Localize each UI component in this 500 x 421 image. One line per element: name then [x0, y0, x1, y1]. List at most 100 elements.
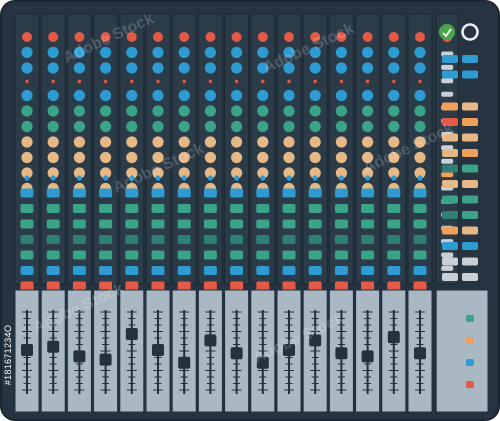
- green-knob[interactable]: [178, 105, 190, 117]
- green-button[interactable]: [308, 204, 322, 213]
- green-knob[interactable]: [152, 105, 164, 117]
- green-button[interactable]: [46, 219, 60, 229]
- green-button[interactable]: [387, 219, 401, 229]
- green-knob[interactable]: [178, 120, 190, 133]
- blue-knob[interactable]: [47, 62, 59, 74]
- master-button-right[interactable]: [462, 273, 478, 281]
- blue-button[interactable]: [361, 266, 375, 275]
- blue-knob[interactable]: [414, 89, 426, 102]
- master-button-right[interactable]: [462, 211, 478, 219]
- blue-knob[interactable]: [47, 89, 59, 102]
- blue-button[interactable]: [46, 266, 60, 275]
- blue-button[interactable]: [413, 188, 427, 198]
- tan-knob[interactable]: [414, 151, 426, 164]
- green-button[interactable]: [125, 250, 139, 260]
- green-button[interactable]: [361, 250, 375, 260]
- master-button-right[interactable]: [462, 242, 478, 250]
- green-knob[interactable]: [73, 105, 85, 117]
- red-knob[interactable]: [257, 32, 268, 42]
- tan-knob[interactable]: [47, 151, 59, 164]
- master-button-left[interactable]: [442, 211, 458, 219]
- tan-knob[interactable]: [47, 136, 59, 148]
- blue-knob[interactable]: [152, 62, 164, 74]
- channel-strip-14[interactable]: [355, 13, 381, 291]
- blue-knob[interactable]: [21, 62, 33, 74]
- master-button-left[interactable]: [442, 273, 458, 281]
- blue-knob[interactable]: [309, 46, 321, 59]
- blue-knob[interactable]: [73, 46, 85, 59]
- green-button[interactable]: [413, 219, 427, 229]
- tan-knob[interactable]: [152, 136, 164, 148]
- green-button[interactable]: [308, 219, 322, 229]
- tan-knob[interactable]: [204, 136, 216, 148]
- blue-button[interactable]: [151, 188, 165, 198]
- green-knob[interactable]: [283, 120, 295, 133]
- green-button[interactable]: [99, 219, 113, 229]
- green-button[interactable]: [413, 250, 427, 260]
- tan-knob[interactable]: [283, 151, 295, 164]
- blue-knob[interactable]: [414, 62, 426, 74]
- blue-button[interactable]: [203, 188, 217, 198]
- fader-knob[interactable]: [387, 331, 400, 344]
- green-knob[interactable]: [231, 105, 243, 117]
- blue-knob[interactable]: [283, 62, 295, 74]
- blue-knob[interactable]: [283, 89, 295, 102]
- green-button[interactable]: [334, 250, 348, 260]
- channel-strip-7[interactable]: [171, 13, 197, 291]
- green-button[interactable]: [151, 250, 165, 260]
- channel-strip-11[interactable]: [276, 13, 302, 291]
- tan-knob[interactable]: [100, 136, 112, 148]
- green-button[interactable]: [72, 219, 86, 229]
- tan-knob[interactable]: [204, 151, 216, 164]
- red-knob[interactable]: [153, 32, 163, 42]
- blue-knob[interactable]: [126, 62, 138, 74]
- green-button[interactable]: [361, 219, 375, 229]
- tan-knob[interactable]: [231, 151, 243, 164]
- green-button[interactable]: [230, 250, 244, 260]
- tan-knob[interactable]: [283, 136, 295, 148]
- tan-knob[interactable]: [388, 136, 400, 148]
- fader-knob[interactable]: [414, 347, 426, 360]
- teal-button[interactable]: [46, 235, 60, 244]
- fader-knob[interactable]: [204, 334, 217, 347]
- teal-button[interactable]: [361, 235, 375, 244]
- fader-knob[interactable]: [21, 344, 33, 356]
- blue-button[interactable]: [282, 188, 296, 198]
- master-button-right[interactable]: [462, 102, 478, 111]
- blue-button[interactable]: [46, 188, 60, 198]
- red-knob[interactable]: [126, 32, 137, 42]
- green-button[interactable]: [151, 204, 165, 213]
- fader-knob[interactable]: [99, 353, 112, 366]
- teal-button[interactable]: [413, 235, 427, 244]
- master-button-left[interactable]: [442, 102, 458, 111]
- teal-button[interactable]: [203, 235, 217, 244]
- blue-button[interactable]: [125, 266, 139, 275]
- channel-strip-5[interactable]: [119, 13, 145, 291]
- blue-knob[interactable]: [100, 46, 112, 59]
- green-knob[interactable]: [388, 105, 400, 117]
- blue-button[interactable]: [361, 188, 375, 198]
- teal-button[interactable]: [230, 235, 244, 244]
- green-button[interactable]: [334, 204, 348, 213]
- master-button-right[interactable]: [462, 55, 478, 63]
- master-button-left[interactable]: [442, 118, 458, 126]
- blue-button[interactable]: [413, 266, 427, 275]
- fader-knob[interactable]: [283, 344, 295, 356]
- power-button-icon[interactable]: [439, 24, 455, 40]
- blue-button[interactable]: [334, 188, 348, 198]
- blue-button[interactable]: [387, 266, 401, 275]
- blue-knob[interactable]: [100, 62, 112, 74]
- master-button-right[interactable]: [462, 226, 478, 235]
- blue-knob[interactable]: [388, 46, 400, 59]
- red-button[interactable]: [46, 281, 60, 291]
- tan-knob[interactable]: [152, 151, 164, 164]
- master-button-right[interactable]: [462, 180, 478, 188]
- channel-strip-9[interactable]: [224, 13, 250, 291]
- green-button[interactable]: [72, 250, 86, 260]
- master-button-right[interactable]: [462, 133, 478, 142]
- grey-switch[interactable]: [441, 91, 454, 97]
- green-knob[interactable]: [335, 120, 347, 133]
- green-button[interactable]: [256, 219, 270, 229]
- master-button-right[interactable]: [462, 149, 478, 157]
- fader-knob[interactable]: [309, 334, 322, 347]
